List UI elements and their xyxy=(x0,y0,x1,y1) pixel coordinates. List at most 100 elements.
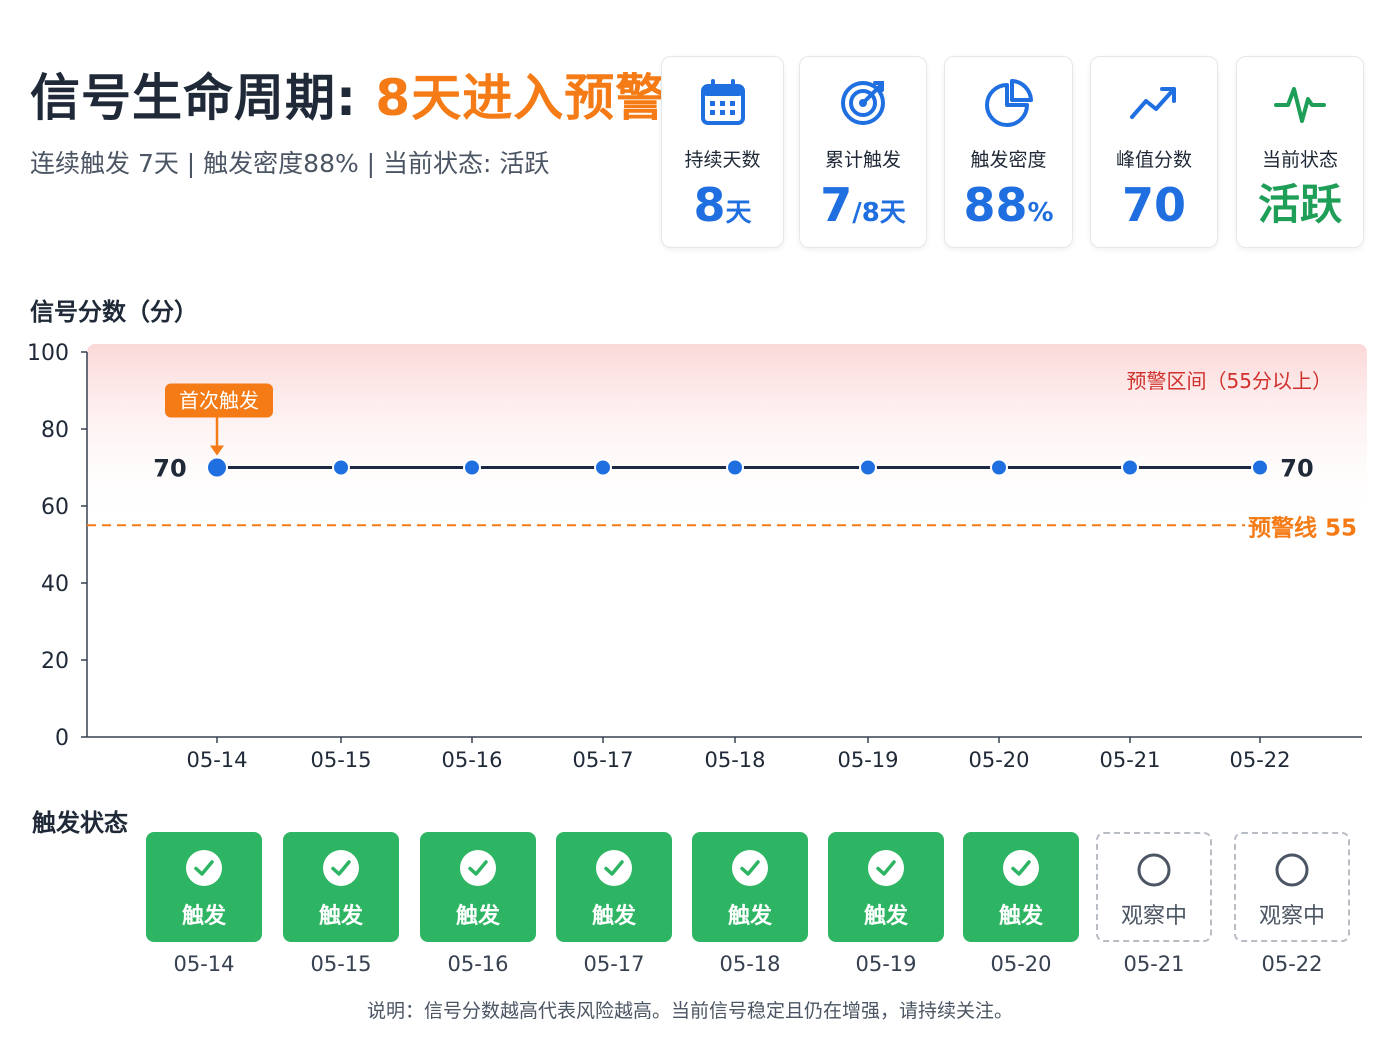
stat-label: 峰值分数 xyxy=(1115,149,1192,171)
x-tick-label: 05-17 xyxy=(572,748,633,772)
data-label: 70 xyxy=(1280,455,1313,483)
status-box-05-18: 触发 xyxy=(692,832,808,942)
data-point xyxy=(990,458,1008,477)
threshold-label: 预警线 xyxy=(1248,514,1317,541)
status-date: 05-18 xyxy=(719,952,781,976)
score-line-chart: 预警区间（55分以上） 0 20 40 60 80 100 05-14 05-15 05-16 05… xyxy=(27,341,1367,772)
status-label: 触发 xyxy=(181,904,226,929)
data-point xyxy=(1121,458,1139,477)
stat-value-text: 活跃 xyxy=(1257,180,1342,229)
check-circle-icon xyxy=(596,850,632,886)
y-tick-label: 20 xyxy=(41,649,69,674)
stat-value: 88% xyxy=(945,175,1072,243)
status-box-05-17: 触发 xyxy=(556,832,672,942)
status-date: 05-19 xyxy=(855,952,917,976)
data-point xyxy=(1251,458,1269,477)
stat-card-status: 当前状态 活跃 xyxy=(1236,56,1364,248)
check-circle-icon xyxy=(460,850,496,886)
x-tick-label: 05-20 xyxy=(968,748,1029,772)
trigger-status-row: 触发 05-14 触发 05-15 触发 05-16 触发 05-17 触发 05-18 触发 05-… xyxy=(146,832,1356,982)
y-tick-label: 80 xyxy=(41,418,69,443)
data-point xyxy=(859,458,877,477)
stat-card-total-triggers: 累计触发 7/8天 xyxy=(799,56,927,248)
check-circle-icon xyxy=(868,850,904,886)
stat-cards: 持续天数 8天 累计触发 7/8天 触发密度 88% 峰值分数 70 当前状态 … xyxy=(661,56,1365,250)
data-point xyxy=(726,458,744,477)
trending-up-icon xyxy=(1130,87,1176,119)
stat-value-number: 70 xyxy=(1121,178,1186,232)
status-date: 05-22 xyxy=(1261,952,1323,976)
status-label: 触发 xyxy=(591,904,636,929)
title-accent: 8天进入预警 xyxy=(375,69,667,127)
empty-circle-icon xyxy=(1137,853,1171,887)
x-tick-label: 05-14 xyxy=(186,748,247,772)
stat-value: 7/8天 xyxy=(800,175,926,243)
check-circle-icon xyxy=(323,850,359,886)
x-tick-label: 05-18 xyxy=(704,748,765,772)
status-date: 05-20 xyxy=(990,952,1052,976)
x-tick-label: 05-22 xyxy=(1229,748,1290,772)
empty-circle-icon xyxy=(1275,853,1309,887)
stat-value: 8天 xyxy=(662,175,783,243)
y-tick-label: 40 xyxy=(41,572,69,597)
stat-card-peak: 峰值分数 70 xyxy=(1090,56,1218,248)
status-label: 触发 xyxy=(455,904,500,929)
stat-card-density: 触发密度 88% xyxy=(944,56,1073,248)
annotation-label: 首次触发 xyxy=(179,389,259,413)
status-box-05-15: 触发 xyxy=(283,832,399,942)
stat-value-number: 8 xyxy=(693,178,726,232)
stat-label: 当前状态 xyxy=(1261,149,1338,171)
stat-value-unit: 天 xyxy=(725,198,752,228)
data-label: 70 xyxy=(153,455,186,483)
stat-value-number: 7 xyxy=(820,178,853,232)
status-section-title: 触发状态 xyxy=(32,809,128,837)
calendar-icon xyxy=(700,79,745,125)
data-point xyxy=(206,456,228,479)
status-box-05-16: 触发 xyxy=(420,832,536,942)
status-date: 05-15 xyxy=(310,952,372,976)
status-label: 触发 xyxy=(318,904,363,929)
warning-zone-label: 预警区间（55分以上） xyxy=(1127,369,1332,393)
status-label: 触发 xyxy=(863,904,908,929)
data-point xyxy=(463,458,481,477)
page-subtitle: 连续触发 7天 | 触发密度88% | 当前状态: 活跃 xyxy=(30,149,550,178)
status-box-05-14: 触发 xyxy=(146,832,262,942)
status-box-05-21: 观察中 xyxy=(1096,832,1212,942)
status-date: 05-16 xyxy=(447,952,509,976)
stat-value: 活跃 xyxy=(1237,175,1363,235)
data-point xyxy=(594,458,612,477)
pulse-icon xyxy=(1274,87,1326,123)
stat-label: 触发密度 xyxy=(970,149,1047,171)
check-circle-icon xyxy=(1003,850,1039,886)
x-tick-label: 05-21 xyxy=(1099,748,1160,772)
stat-label: 累计触发 xyxy=(824,149,901,171)
status-box-05-20: 触发 xyxy=(963,832,1079,942)
data-point xyxy=(332,458,350,477)
stat-value: 70 xyxy=(1091,175,1217,235)
status-label: 触发 xyxy=(727,904,772,929)
check-circle-icon xyxy=(732,850,768,886)
chart-title: 信号分数（分） xyxy=(30,298,198,326)
x-tick-label: 05-15 xyxy=(310,748,371,772)
status-date: 05-14 xyxy=(173,952,235,976)
stat-value-unit: /8天 xyxy=(852,198,906,228)
pie-chart-icon xyxy=(984,79,1033,127)
status-box-05-22: 观察中 xyxy=(1234,832,1350,942)
stat-label: 持续天数 xyxy=(684,149,761,171)
y-tick-label: 60 xyxy=(41,495,69,520)
threshold-value-label: 55 xyxy=(1325,515,1357,541)
target-icon xyxy=(841,81,885,125)
stat-value-number: 88 xyxy=(963,178,1028,232)
x-tick-label: 05-16 xyxy=(441,748,502,772)
check-circle-icon xyxy=(186,850,222,886)
status-date: 05-21 xyxy=(1123,952,1185,976)
stat-card-duration: 持续天数 8天 xyxy=(661,56,784,248)
page-title: 信号生命周期: 8天进入预警 xyxy=(30,58,666,130)
status-label: 观察中 xyxy=(1258,904,1325,929)
status-date: 05-17 xyxy=(583,952,645,976)
x-tick-label: 05-19 xyxy=(837,748,898,772)
stat-value-unit: % xyxy=(1027,198,1054,228)
y-tick-label: 0 xyxy=(55,726,69,751)
status-label: 触发 xyxy=(998,904,1043,929)
status-box-05-19: 触发 xyxy=(828,832,944,942)
